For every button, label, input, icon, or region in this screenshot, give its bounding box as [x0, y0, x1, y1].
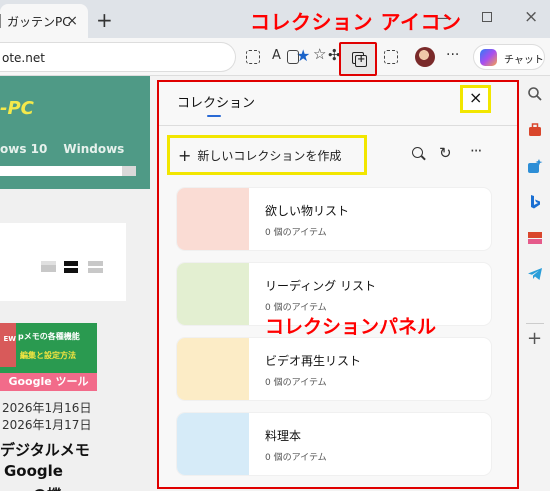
refresh-icon[interactable]: ↻	[439, 144, 452, 162]
thumbnail-footer: Google ツール	[0, 373, 97, 391]
bing-icon[interactable]	[527, 194, 543, 210]
collection-thumbnail	[177, 188, 249, 250]
panel-title-underline	[207, 115, 221, 117]
apps-icon[interactable]	[246, 50, 260, 64]
panel-title: コレクション	[177, 96, 256, 111]
collection-name: 料理本	[265, 429, 302, 443]
edge-sidebar: +	[519, 76, 550, 491]
new-collection-label: 新しいコレクションを作成	[197, 148, 342, 163]
profile-avatar[interactable]	[415, 47, 435, 67]
browser-tab[interactable]: ガッテンPC ×	[0, 4, 88, 38]
tools-icon[interactable]	[527, 122, 543, 138]
thumbnail-text: 編集と設定方法	[20, 351, 76, 360]
post-title[interactable]: の機	[32, 484, 62, 491]
callout-collections-panel: コレクションパネル	[265, 316, 437, 338]
search-icon[interactable]	[412, 147, 423, 158]
site-search-button[interactable]	[122, 166, 136, 176]
collection-thumbnail	[177, 263, 249, 325]
address-bar[interactable]: ote.net	[0, 42, 236, 72]
post-date: 2026年1月16日	[2, 401, 92, 415]
split-screen-icon[interactable]	[287, 50, 299, 64]
collection-count: 0 個のアイテム	[265, 378, 327, 388]
collection-thumbnail	[177, 338, 249, 400]
tab-separator	[0, 14, 1, 28]
plus-icon: +	[178, 145, 192, 165]
tab-title: ガッテンPC	[7, 14, 71, 29]
new-tab-button[interactable]: +	[96, 8, 113, 32]
thumbnail-badge: EW	[0, 323, 16, 367]
copilot-button[interactable]: チャット	[473, 44, 545, 70]
collection-card[interactable]: ビデオ再生リスト 0 個のアイテム	[177, 338, 491, 400]
collections-button[interactable]: +	[339, 42, 377, 76]
copilot-icon	[480, 49, 497, 66]
collections-panel: コレクション × + 新しいコレクションを作成 ↻ ··· 欲しい物リスト 0 …	[157, 80, 519, 489]
callout-collections-icon: コレクション アイコン	[250, 10, 462, 34]
collection-thumbnail	[177, 413, 249, 475]
collection-count: 0 個のアイテム	[265, 228, 327, 238]
thumbnail-text: pメモの各種機能	[18, 332, 80, 341]
site-logo[interactable]: -PC	[0, 98, 34, 119]
grid-view-icon[interactable]	[64, 261, 78, 273]
address-text: ote.net	[2, 51, 45, 65]
sidebar-add-icon[interactable]: +	[527, 328, 542, 349]
post-title[interactable]: Google	[4, 462, 63, 480]
sidebar-divider	[526, 323, 544, 324]
post-date: 2026年1月17日	[2, 418, 92, 432]
nav-item[interactable]: ows 10	[0, 142, 47, 156]
games-icon[interactable]	[527, 158, 543, 174]
collections-plus-icon: +	[357, 54, 366, 65]
window-close-icon[interactable]: ×	[524, 7, 538, 27]
read-aloud-icon[interactable]: A	[272, 49, 281, 62]
divider	[159, 125, 517, 126]
list-view-icon[interactable]	[41, 261, 56, 272]
panel-close-button[interactable]: ×	[460, 85, 491, 113]
close-icon: ×	[469, 88, 483, 107]
nav-item[interactable]: Windows	[63, 142, 124, 156]
view-toggle-card	[0, 223, 126, 301]
price-compare-icon[interactable]	[527, 230, 543, 246]
favorites-list-icon[interactable]: ☆	[313, 47, 326, 62]
compact-view-icon[interactable]	[88, 261, 103, 273]
more-menu-icon[interactable]: ···	[446, 48, 459, 62]
post-title[interactable]: デジタルメモ	[0, 439, 90, 460]
tab-close-icon[interactable]: ×	[66, 13, 78, 29]
collection-count: 0 個のアイテム	[265, 453, 327, 463]
collection-name: リーディング リスト	[265, 279, 376, 293]
post-thumbnail[interactable]: EW pメモの各種機能 編集と設定方法 Google ツール	[0, 323, 97, 391]
new-collection-button[interactable]: + 新しいコレクションを作成	[167, 135, 367, 175]
site-nav: ows 10 Windows	[0, 142, 140, 156]
maximize-icon[interactable]	[482, 12, 492, 22]
browser-window: ガッテンPC × + — × ote.net A ★ ✣ + ☆ ··· チャッ…	[0, 0, 550, 491]
screenshot-icon[interactable]	[384, 50, 398, 64]
collection-name: ビデオ再生リスト	[265, 354, 362, 368]
site-search-bar[interactable]	[0, 166, 122, 176]
copilot-label: チャット	[504, 55, 544, 66]
sidebar-search-icon[interactable]	[527, 86, 543, 102]
collection-name: 欲しい物リスト	[265, 204, 350, 218]
site-header: -PC ows 10 Windows	[0, 76, 150, 189]
collection-card[interactable]: 欲しい物リスト 0 個のアイテム	[177, 188, 491, 250]
collection-card[interactable]: 料理本 0 個のアイテム	[177, 413, 491, 475]
telegram-icon[interactable]	[527, 266, 543, 282]
more-options-icon[interactable]: ···	[470, 142, 482, 160]
